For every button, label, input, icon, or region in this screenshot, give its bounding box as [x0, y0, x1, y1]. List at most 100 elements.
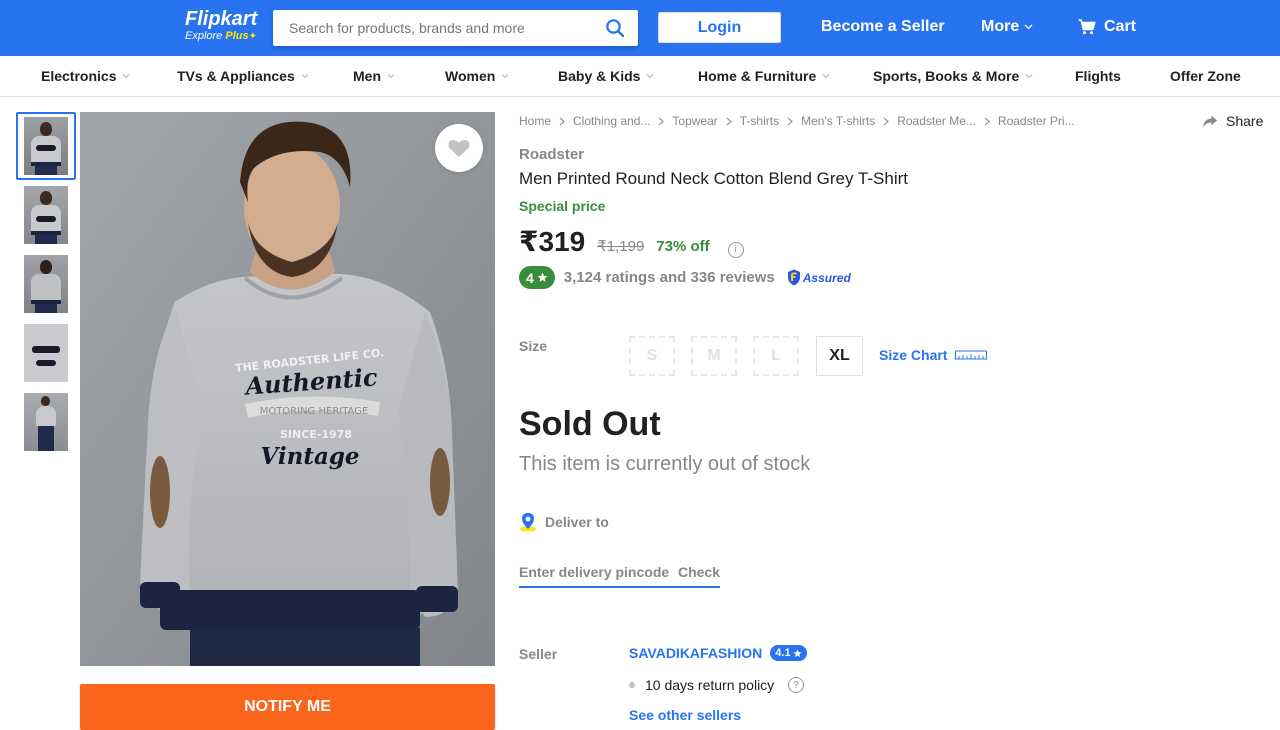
product-brand: Roadster [519, 146, 585, 163]
nav-label: Women [445, 68, 496, 84]
seller-label: Seller [519, 646, 558, 662]
thumbnail-image [24, 255, 68, 313]
logo-subtitle: Explore Plus✦ [185, 29, 257, 44]
cart-icon [1078, 19, 1096, 35]
heart-icon [448, 139, 470, 157]
chevron-right-icon [984, 117, 990, 125]
chevron-down-icon [1024, 24, 1033, 30]
bullet-icon [629, 682, 635, 688]
deliver-to: Deliver to [519, 512, 609, 532]
pincode-field-wrapper: Check [519, 558, 720, 588]
plus-star-icon: ✦ [248, 31, 257, 42]
more-menu[interactable]: More [981, 18, 1033, 36]
nav-sports-books[interactable]: Sports, Books & More [873, 56, 1033, 96]
size-option-m[interactable]: M [691, 336, 737, 376]
thumbnail-5[interactable] [16, 388, 76, 456]
search-input[interactable] [273, 10, 592, 46]
size-chart-link[interactable]: Size Chart [879, 347, 988, 363]
nav-baby-kids[interactable]: Baby & Kids [558, 56, 654, 96]
check-pincode-button[interactable]: Check [678, 564, 720, 580]
nav-home-furniture[interactable]: Home & Furniture [698, 56, 830, 96]
product-title: Men Printed Round Neck Cotton Blend Grey… [519, 169, 908, 188]
rating-value: 4 [526, 269, 534, 286]
more-label: More [981, 18, 1020, 35]
original-price: ₹1,199 [597, 238, 645, 255]
thumbnail-image [24, 117, 68, 175]
breadcrumb-item[interactable]: T-shirts [740, 114, 779, 128]
size-option-xl[interactable]: XL [816, 336, 863, 376]
breadcrumb-item[interactable]: Men's T-shirts [801, 114, 875, 128]
breadcrumb-item[interactable]: Roadster Me... [897, 114, 976, 128]
nav-label: Men [353, 68, 381, 84]
nav-label: Baby & Kids [558, 68, 641, 84]
breadcrumb-item[interactable]: Home [519, 114, 551, 128]
flipkart-logo[interactable]: Flipkart Explore Plus✦ [185, 9, 257, 44]
thumbnail-1[interactable] [16, 112, 76, 180]
breadcrumb-item[interactable]: Topwear [672, 114, 717, 128]
top-header: Flipkart Explore Plus✦ Login Become a Se… [0, 0, 1280, 56]
size-option-s[interactable]: S [629, 336, 675, 376]
chevron-right-icon [787, 117, 793, 125]
nav-label: Offer Zone [1170, 68, 1241, 84]
price-info-icon[interactable]: i [727, 241, 744, 258]
chevron-down-icon [822, 74, 830, 79]
thumbnail-2[interactable] [16, 181, 76, 249]
return-policy-text: 10 days return policy [645, 677, 775, 693]
thumbnail-image [24, 393, 68, 451]
assured-badge: Assured [787, 269, 851, 286]
thumbnail-3[interactable] [16, 250, 76, 318]
breadcrumb-item[interactable]: Clothing and... [573, 114, 650, 128]
logo-text: Flipkart [185, 8, 258, 30]
assured-label: Assured [802, 270, 851, 285]
category-nav: Electronics TVs & Appliances Men Women B… [0, 56, 1280, 97]
seller-name-link[interactable]: SAVADIKAFASHION [629, 645, 762, 661]
cart-link[interactable]: Cart [1078, 18, 1136, 36]
nav-men[interactable]: Men [353, 56, 395, 96]
nav-women[interactable]: Women [445, 56, 509, 96]
search-bar [273, 10, 638, 46]
return-policy: 10 days return policy ? [629, 677, 805, 693]
chevron-down-icon [647, 74, 654, 79]
login-button[interactable]: Login [658, 12, 781, 43]
cart-label: Cart [1104, 18, 1137, 35]
chevron-right-icon [883, 117, 890, 125]
discount-percent: 73% off [656, 238, 710, 255]
notify-me-button[interactable]: NOTIFY ME [80, 684, 495, 730]
share-button[interactable]: Share [1202, 113, 1263, 129]
nav-flights[interactable]: Flights [1075, 56, 1121, 96]
become-seller-link[interactable]: Become a Seller [821, 18, 945, 36]
special-price-label: Special price [519, 198, 606, 214]
shield-icon [787, 269, 800, 286]
breadcrumb: Home Clothing and... Topwear T-shirts Me… [519, 114, 1075, 128]
rating-row: 4 3,124 ratings and 336 reviews Assured [519, 266, 851, 289]
chevron-right-icon [659, 117, 665, 125]
nav-tvs-appliances[interactable]: TVs & Appliances [177, 56, 309, 96]
price-row: ₹319 ₹1,199 73% off i [519, 225, 744, 258]
ratings-reviews-count[interactable]: 3,124 ratings and 336 reviews [564, 269, 775, 286]
share-label: Share [1226, 113, 1264, 129]
wishlist-button[interactable] [435, 124, 483, 172]
location-pin-icon [520, 513, 536, 532]
breadcrumb-item[interactable]: Roadster Pri... [998, 114, 1075, 128]
help-icon[interactable]: ? [788, 677, 805, 693]
chevron-down-icon [501, 74, 509, 79]
product-image[interactable]: THE ROADSTER LIFE CO. Authentic MOTORING… [80, 112, 495, 666]
pincode-input[interactable] [519, 564, 669, 580]
selling-price: ₹319 [519, 226, 586, 257]
ruler-icon [955, 350, 988, 360]
out-of-stock-message: This item is currently out of stock [519, 453, 811, 475]
nav-electronics[interactable]: Electronics [41, 56, 130, 96]
chevron-right-icon [726, 117, 732, 125]
nav-offer-zone[interactable]: Offer Zone [1170, 56, 1241, 96]
size-chart-label: Size Chart [879, 347, 948, 363]
seller-rating-badge: 4.1 [770, 645, 807, 661]
thumbnail-4[interactable] [16, 319, 76, 387]
product-photo: THE ROADSTER LIFE CO. Authentic MOTORING… [80, 112, 495, 666]
thumbnail-list [16, 112, 76, 457]
rating-badge[interactable]: 4 [519, 266, 555, 289]
size-option-l[interactable]: L [753, 336, 799, 376]
search-button[interactable] [592, 10, 638, 46]
see-other-sellers-link[interactable]: See other sellers [629, 707, 741, 723]
chevron-down-icon [301, 74, 309, 79]
seller-rating: 4.1 [775, 647, 791, 659]
